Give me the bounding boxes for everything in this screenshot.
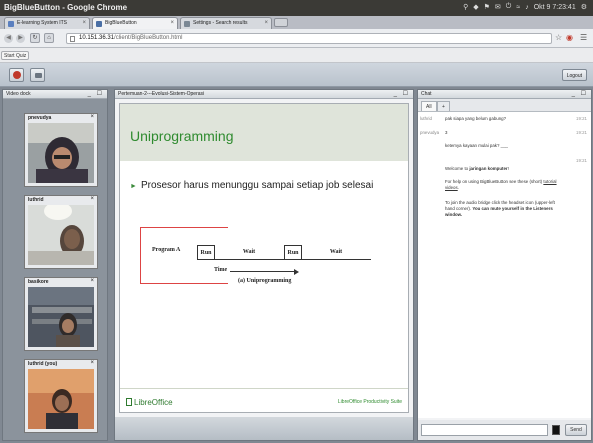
- webcam-button[interactable]: [30, 68, 45, 82]
- browser-tab-strip: E-learning System ITS × BigBlueButton × …: [0, 16, 593, 29]
- presentation-window: Pertemuan-2---Evolusi-Sistem-Operasi _ ☐…: [114, 89, 414, 441]
- os-title-bar: BigBlueButton - Google Chrome ⚲ ◆ ⚑ ✉ ⏻ …: [0, 0, 593, 16]
- presentation-controls-bar: [115, 417, 413, 440]
- headset-icon: [13, 71, 21, 79]
- slide: Uniprogramming ► Prosesor harus menunggu …: [119, 103, 409, 413]
- close-icon[interactable]: ×: [90, 360, 94, 366]
- tab-bigbluebutton[interactable]: BigBlueButton ×: [92, 17, 178, 29]
- send-button[interactable]: Send: [565, 424, 587, 436]
- chat-message-input[interactable]: [421, 424, 548, 436]
- window-controls[interactable]: _ ☐: [572, 90, 588, 97]
- video-tile: luthrid ×: [24, 195, 98, 269]
- slide-title: Uniprogramming: [130, 128, 234, 144]
- video-dock-titlebar[interactable]: Video dock _ ☐: [3, 90, 107, 99]
- chat-titlebar[interactable]: Chat _ ☐: [418, 90, 591, 99]
- diagram-run-box: Run: [197, 245, 215, 260]
- page-icon: [70, 36, 75, 42]
- webcam-feed: [28, 123, 94, 183]
- document-icon: [126, 398, 132, 406]
- mail-icon[interactable]: ✉: [495, 3, 501, 11]
- diagram-caption: (a) Uniprogramming: [238, 278, 292, 284]
- headset-button[interactable]: [9, 68, 24, 82]
- webcam-feed: [28, 287, 94, 347]
- close-icon[interactable]: ×: [90, 278, 94, 284]
- url-input[interactable]: 10.151.36.31/client/BigBlueButton.html: [66, 33, 552, 44]
- video-list: pnevudya × luthrid × basikore × luthrid …: [3, 99, 107, 440]
- close-icon[interactable]: ×: [90, 114, 94, 120]
- address-bar-row: ◀ ▶ ↻ ⌂ 10.151.36.31/client/BigBlueButto…: [0, 29, 593, 48]
- bookmarks-bar: Start Quiz: [0, 48, 593, 63]
- elearning-favicon-icon: [8, 21, 14, 27]
- video-tile: basikore ×: [24, 277, 98, 351]
- text-color-picker[interactable]: [552, 425, 560, 435]
- start-quiz-bookmark[interactable]: Start Quiz: [1, 51, 30, 60]
- video-dock-window: Video dock _ ☐ pnevudya × luthrid × basi…: [2, 89, 108, 441]
- chat-input-row: Send: [418, 420, 591, 440]
- tab-chat-all[interactable]: All: [421, 101, 437, 111]
- video-tile: pnevudya ×: [24, 113, 98, 187]
- back-icon[interactable]: ◀: [4, 34, 13, 43]
- diagram-wait-label: Wait: [242, 249, 256, 255]
- close-tab-icon[interactable]: ×: [82, 20, 86, 26]
- window-title: BigBlueButton - Google Chrome: [4, 3, 128, 12]
- tab-elearning[interactable]: E-learning System ITS ×: [4, 17, 90, 29]
- webcam-feed: [28, 369, 94, 429]
- notification-icon[interactable]: ⚑: [484, 3, 490, 11]
- diagram-time-label: Time: [214, 267, 228, 273]
- forward-icon[interactable]: ▶: [16, 34, 25, 43]
- window-controls[interactable]: _ ☐: [88, 90, 104, 97]
- tab-settings[interactable]: Settings - Search results ×: [180, 17, 272, 29]
- bbb-workspace: Video dock _ ☐ pnevudya × luthrid × basi…: [0, 87, 593, 443]
- video-tile: luthrid (you) ×: [24, 359, 98, 433]
- libreoffice-logo: LibreOffice: [126, 398, 173, 407]
- menu-icon[interactable]: ☰: [580, 33, 587, 42]
- window-controls[interactable]: _ ☐: [394, 90, 410, 97]
- home-icon[interactable]: ⌂: [44, 33, 54, 43]
- bbb-favicon-icon: [96, 21, 102, 27]
- settings-favicon-icon: [184, 21, 190, 27]
- dropbox-icon[interactable]: ◆: [473, 3, 478, 11]
- settings-gear-icon[interactable]: ⚙: [581, 3, 587, 11]
- diagram-wait-label: Wait: [329, 249, 343, 255]
- bookmark-star-icon[interactable]: ☆: [555, 33, 562, 42]
- wifi-icon[interactable]: ≈: [516, 4, 520, 11]
- slide-bullet: ► Prosesor harus menunggu sampai setiap j…: [130, 180, 374, 191]
- presentation-titlebar[interactable]: Pertemuan-2---Evolusi-Sistem-Operasi _ ☐: [115, 90, 413, 99]
- system-tray: ⚲ ◆ ⚑ ✉ ⏻ ≈ ♪ Okt 9 7:23:41 ⚙: [463, 3, 587, 11]
- new-tab-button[interactable]: [274, 18, 288, 27]
- bullet-icon: ►: [130, 183, 137, 190]
- slide-footer: LibreOffice LibreOffice Productivity Sui…: [120, 388, 408, 412]
- close-icon[interactable]: ×: [90, 196, 94, 202]
- extension-icon[interactable]: ◉: [566, 33, 573, 42]
- reload-icon[interactable]: ↻: [30, 33, 40, 43]
- libreoffice-suite-text: LibreOffice Productivity Suite: [337, 399, 402, 405]
- volume-icon[interactable]: ♪: [525, 4, 529, 11]
- diagram-timeline: [197, 259, 371, 260]
- logout-button[interactable]: Logout: [561, 69, 587, 81]
- close-tab-icon[interactable]: ×: [170, 20, 174, 26]
- clock[interactable]: Okt 9 7:23:41: [534, 4, 576, 11]
- diagram-time-arrow: [230, 271, 296, 272]
- chat-window: Chat _ ☐ All + luthrid pak siapa yang be…: [417, 89, 592, 441]
- arrowhead-icon: [294, 269, 299, 275]
- diagram-run-box: Run: [284, 245, 302, 260]
- bbb-toolbar: Logout: [0, 63, 593, 87]
- chat-log: luthrid pak siapa yang belum gabung? 19:…: [418, 112, 591, 418]
- tab-add-chat[interactable]: +: [437, 101, 450, 111]
- chat-tabs: All +: [418, 99, 591, 112]
- diagram-program-label: Program A: [152, 247, 181, 253]
- power-icon[interactable]: ⏻: [506, 3, 512, 11]
- webcam-feed: [28, 205, 94, 265]
- search-icon[interactable]: ⚲: [463, 3, 468, 11]
- close-tab-icon[interactable]: ×: [264, 20, 268, 26]
- webcam-icon: [35, 73, 42, 78]
